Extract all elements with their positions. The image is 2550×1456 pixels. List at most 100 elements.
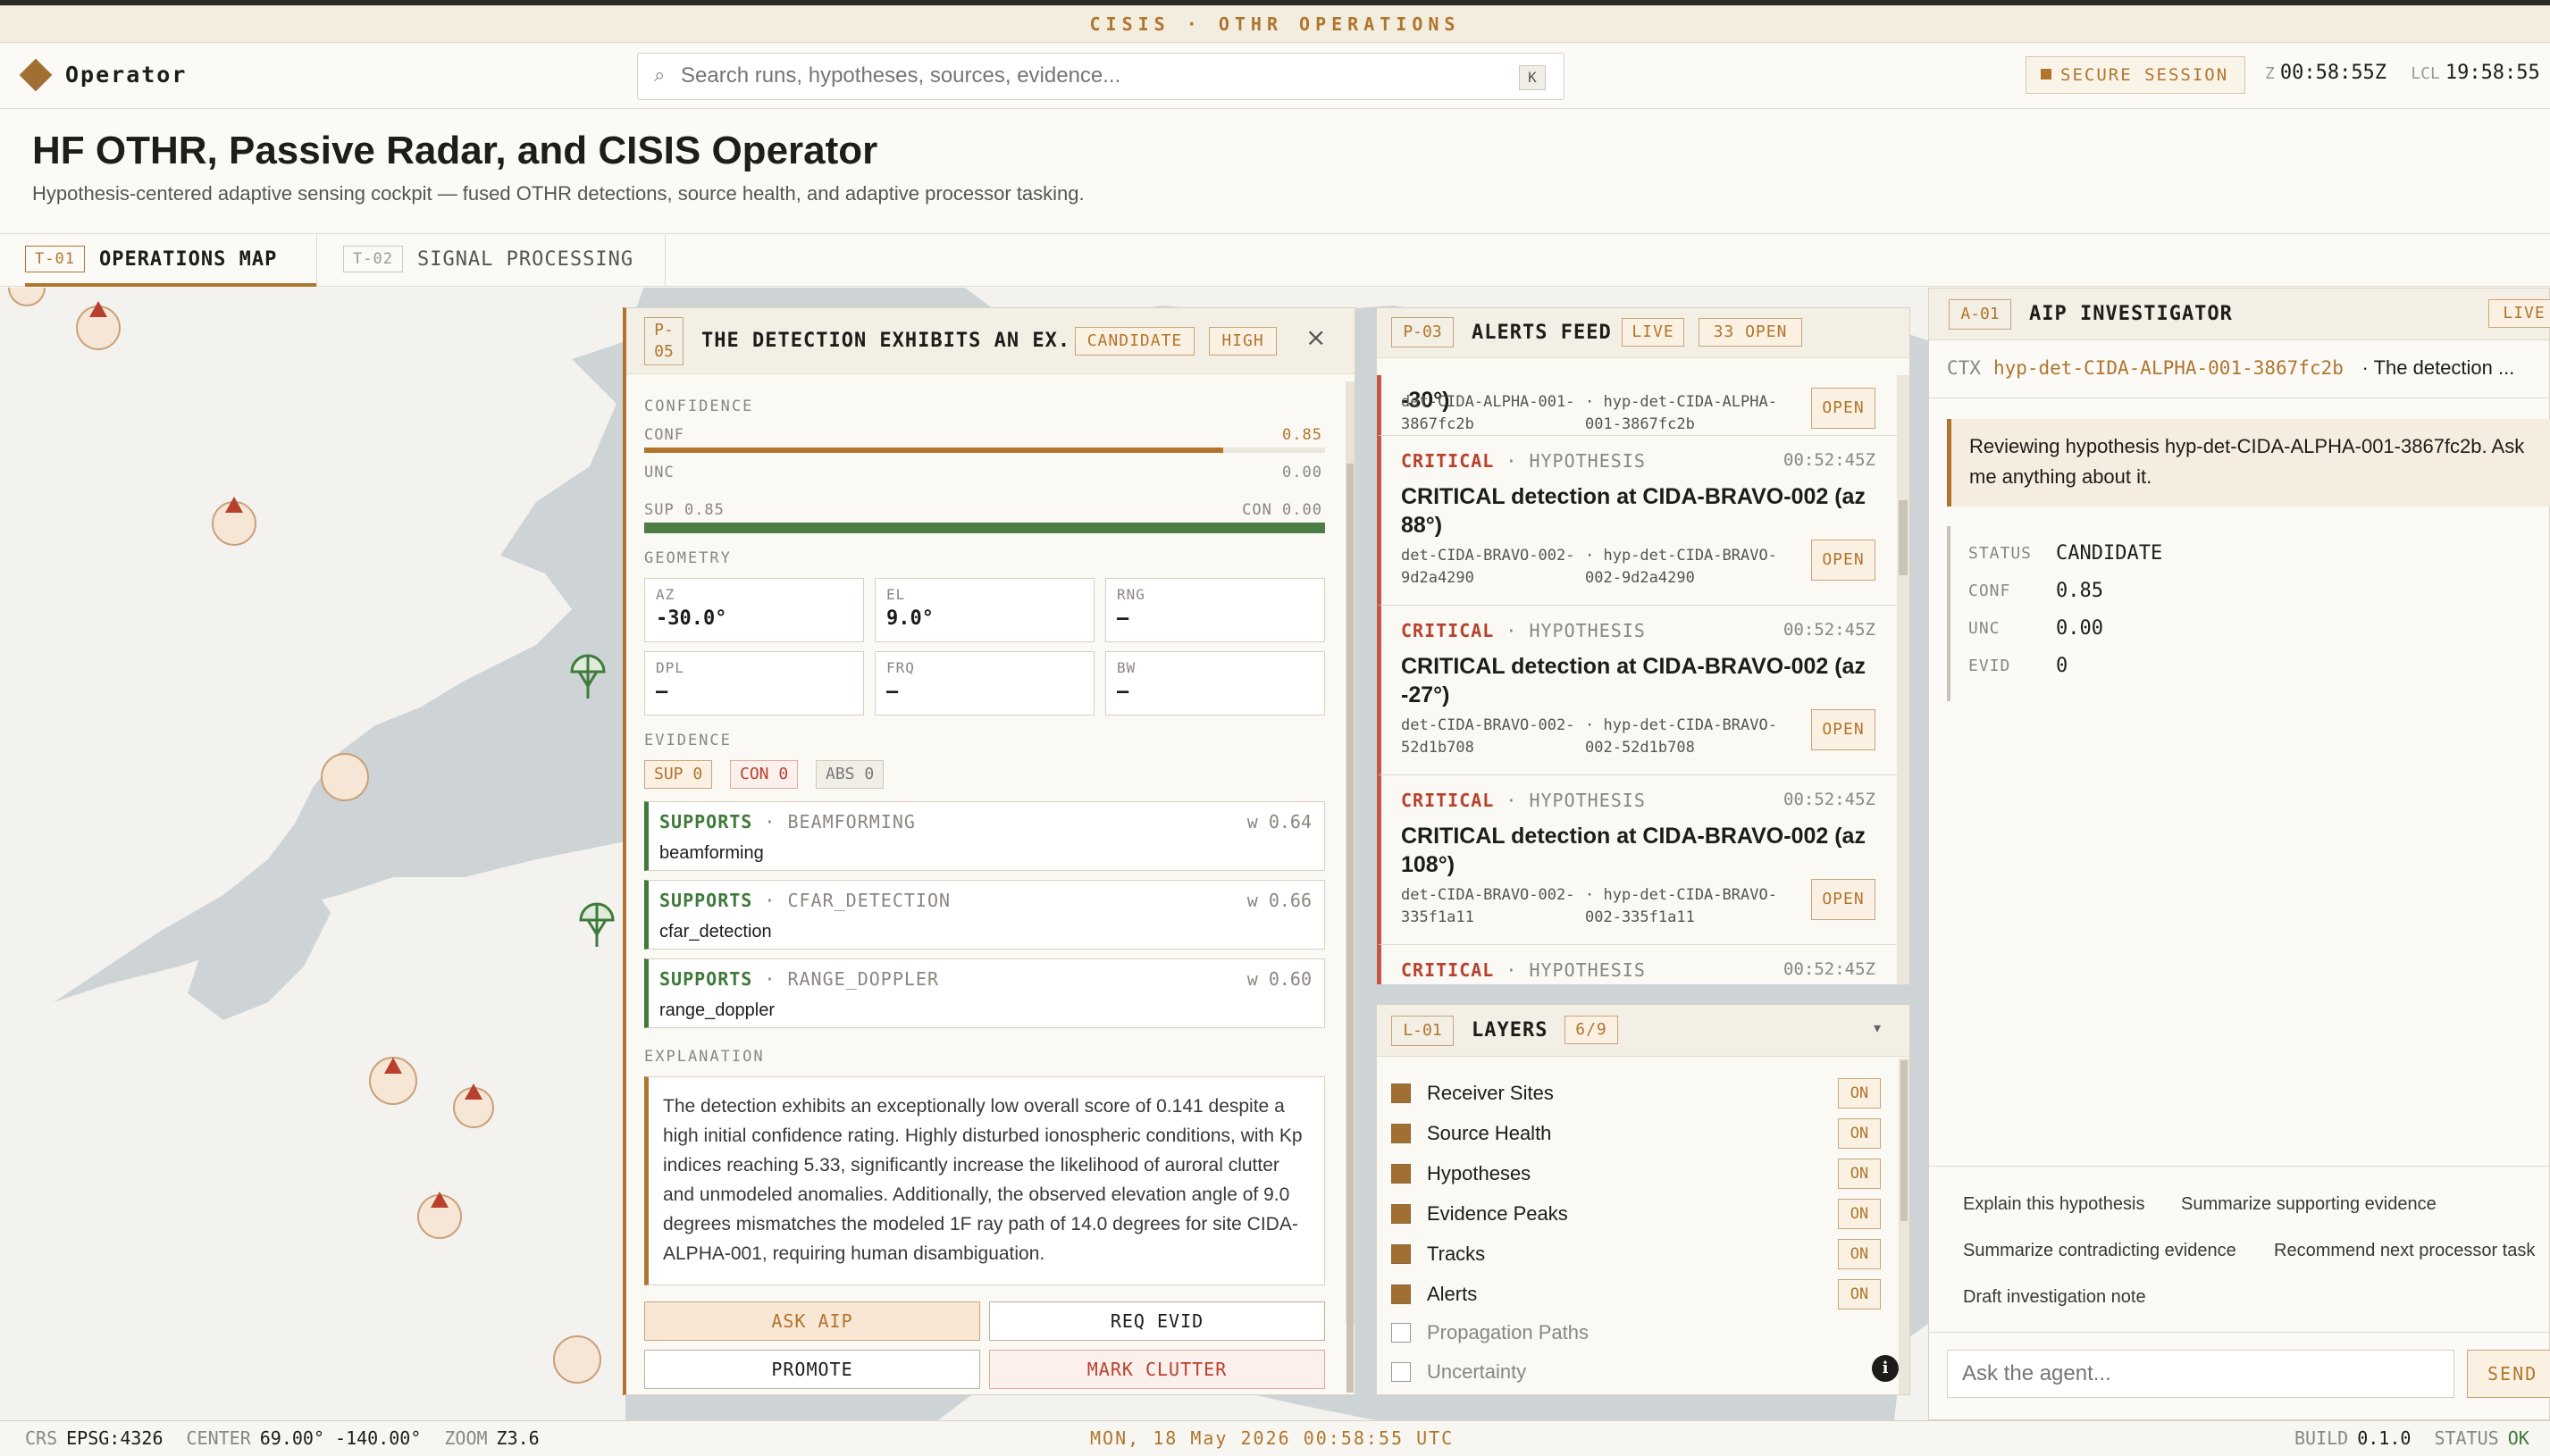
layer-on-toggle[interactable]: ON [1838, 1199, 1881, 1229]
ask-agent-input[interactable] [1947, 1350, 2454, 1398]
layer-name: Evidence Peaks [1427, 1202, 1568, 1225]
layer-alerts[interactable]: Alerts ON [1391, 1276, 1881, 1315]
center-label: CENTER [186, 1427, 251, 1449]
global-search[interactable]: ⌕ K [637, 53, 1564, 100]
status-badge: CANDIDATE [1075, 327, 1195, 356]
panel-scrollbar[interactable] [1346, 381, 1355, 1393]
send-button[interactable]: SEND [2467, 1350, 2550, 1398]
sup-bar-fill [644, 523, 1325, 533]
alert-title: CRITICAL detection at CIDA-BRAVO-002 (az… [1401, 654, 1866, 707]
layer-on-toggle[interactable]: ON [1838, 1239, 1881, 1269]
conf-value: 0.85 [1282, 426, 1322, 444]
mark-clutter-button[interactable]: MARK CLUTTER [989, 1350, 1325, 1389]
scroll-thumb[interactable] [1900, 1060, 1908, 1221]
layer-on-toggle[interactable]: ON [1838, 1078, 1881, 1109]
tab-operations-map[interactable]: T-01 OPERATIONS MAP [25, 234, 316, 287]
layer-on-toggle[interactable]: ON [1838, 1279, 1881, 1310]
search-input[interactable] [681, 59, 1485, 93]
evidence-title: SUPPORTS · CFAR_DETECTION [659, 890, 951, 911]
alert-item[interactable]: -30°) det-CIDA-ALPHA-001-3867fc2b · hyp-… [1377, 375, 1897, 436]
alert-open-button[interactable]: OPEN [1811, 388, 1875, 429]
layer-tracks[interactable]: Tracks ON [1391, 1235, 1881, 1275]
panel-header: P-05 THE DETECTION EXHIBITS AN EX... CAN… [626, 308, 1355, 374]
chevron-down-icon[interactable]: ▾ [1874, 1019, 1881, 1036]
tab-code: T-01 [25, 246, 85, 272]
alert-kind: · HYPOTHESIS [1506, 959, 1646, 981]
layer-name: Uncertainty [1427, 1360, 1527, 1383]
brand-name[interactable]: Operator [65, 62, 187, 88]
context-line: CTX hyp-det-CIDA-ALPHA-001-3867fc2b · The… [1947, 356, 2514, 380]
suggestion-summarize-contradicting[interactable]: Summarize contradicting evidence [1963, 1241, 2236, 1261]
layer-receiver-sites[interactable]: Receiver Sites ON [1391, 1075, 1881, 1114]
suggestion-recommend-task[interactable]: Recommend next processor task [2274, 1241, 2535, 1261]
alert-item[interactable]: CRITICAL · HYPOTHESIS 00:52:45Z CRITICAL… [1377, 606, 1897, 775]
layer-checkbox[interactable] [1391, 1244, 1411, 1264]
ask-aip-button[interactable]: ASK AIP [644, 1301, 980, 1341]
layer-checkbox[interactable] [1391, 1084, 1411, 1103]
layer-checkbox[interactable] [1391, 1362, 1411, 1382]
explanation-section-label: EXPLANATION [644, 1048, 765, 1066]
layer-checkbox[interactable] [1391, 1323, 1411, 1343]
panel-header[interactable]: L-01 LAYERS 6/9 ▾ [1377, 1005, 1909, 1057]
evidence-row[interactable]: SUPPORTS · RANGE_DOPPLER w 0.60 range_do… [644, 958, 1325, 1028]
layer-on-toggle[interactable]: ON [1838, 1159, 1881, 1189]
layer-hypotheses[interactable]: Hypotheses ON [1391, 1155, 1881, 1194]
alert-item[interactable]: CRITICAL · HYPOTHESIS 00:52:45Z CRITICAL… [1377, 775, 1897, 945]
layer-source-health[interactable]: Source Health ON [1391, 1115, 1881, 1154]
evidence-abs-count[interactable]: ABS 0 [816, 760, 885, 789]
evidence-desc: range_doppler [659, 1000, 775, 1020]
alert-item[interactable]: CRITICAL · HYPOTHESIS 00:52:45Z CRITICAL… [1377, 436, 1897, 606]
info-icon[interactable]: i [1872, 1355, 1899, 1382]
alert-det-id: det-CIDA-ALPHA-001-3867fc2b [1401, 393, 1575, 433]
scroll-thumb[interactable] [1346, 464, 1354, 1393]
suggestion-summarize-supporting[interactable]: Summarize supporting evidence [2181, 1194, 2437, 1215]
tab-signal-processing[interactable]: T-02 SIGNAL PROCESSING [343, 234, 665, 287]
alert-severity: CRITICAL [1401, 450, 1495, 472]
search-shortcut-key: K [1519, 65, 1546, 90]
hypothesis-detail-panel: P-05 THE DETECTION EXHIBITS AN EX... CAN… [623, 307, 1355, 1395]
alert-open-button[interactable]: OPEN [1811, 709, 1875, 750]
unc-value: 0.00 [1282, 464, 1322, 481]
layer-checkbox[interactable] [1391, 1124, 1411, 1143]
evidence-weight: w 0.60 [1246, 968, 1312, 990]
layer-checkbox[interactable] [1391, 1164, 1411, 1184]
evidence-dot: · [764, 811, 776, 833]
request-evidence-button[interactable]: REQ EVID [989, 1301, 1325, 1341]
evidence-con-count[interactable]: CON 0 [730, 760, 799, 789]
ctx-hypothesis-id[interactable]: hyp-det-CIDA-ALPHA-001-3867fc2b [1993, 357, 2344, 379]
evidence-row[interactable]: SUPPORTS · CFAR_DETECTION w 0.66 cfar_de… [644, 880, 1325, 950]
evidence-source: RANGE_DOPPLER [787, 968, 940, 990]
secure-session-label: SECURE SESSION [2060, 65, 2229, 85]
aip-investigator-panel: A-01 AIP INVESTIGATOR LIVE CTX hyp-det-CI… [1928, 288, 2550, 1420]
geo-key: EL [886, 586, 906, 603]
layer-uncertainty[interactable]: Uncertainty [1391, 1353, 1881, 1393]
layer-on-toggle[interactable]: ON [1838, 1118, 1881, 1149]
stat-key: UNC [1968, 619, 2001, 638]
layer-evidence-peaks[interactable]: Evidence Peaks ON [1391, 1195, 1881, 1234]
suggestion-draft-note[interactable]: Draft investigation note [1963, 1287, 2146, 1308]
layer-checkbox[interactable] [1391, 1284, 1411, 1304]
alert-item[interactable]: CRITICAL · HYPOTHESIS 00:52:45Z [1377, 945, 1897, 984]
scroll-thumb[interactable] [1899, 500, 1908, 575]
layer-checkbox[interactable] [1391, 1204, 1411, 1224]
evidence-sup-count[interactable]: SUP 0 [644, 760, 713, 789]
alert-open-button[interactable]: OPEN [1811, 540, 1875, 581]
panel-title: LAYERS [1472, 1019, 1548, 1042]
evidence-row[interactable]: SUPPORTS · BEAMFORMING w 0.64 beamformin… [644, 801, 1325, 871]
alert-time: 00:52:45Z [1783, 620, 1875, 640]
suggestion-explain[interactable]: Explain this hypothesis [1963, 1194, 2144, 1215]
agent-message: Reviewing hypothesis hyp-det-CIDA-ALPHA-… [1947, 419, 2550, 506]
layers-panel: L-01 LAYERS 6/9 ▾ Receiver Sites ON Sourc… [1376, 1004, 1910, 1395]
close-icon[interactable]: × [1305, 322, 1326, 352]
alerts-scrollbar[interactable] [1897, 375, 1909, 984]
geo-key: FRQ [886, 659, 915, 676]
panel-code: L-01 [1391, 1016, 1454, 1046]
local-time: 19:58:55 [2445, 62, 2540, 84]
layer-propagation-paths[interactable]: Propagation Paths [1391, 1314, 1881, 1353]
promote-button[interactable]: PROMOTE [644, 1350, 980, 1389]
layers-scrollbar[interactable] [1899, 1059, 1909, 1394]
geo-key: RNG [1117, 586, 1145, 603]
alerts-list[interactable]: -30°) det-CIDA-ALPHA-001-3867fc2b · hyp-… [1377, 375, 1897, 984]
alert-open-button[interactable]: OPEN [1811, 879, 1875, 920]
status-bar: CRS EPSG:4326 CENTER 69.00° -140.00° ZOOM Z3.… [0, 1420, 2550, 1456]
